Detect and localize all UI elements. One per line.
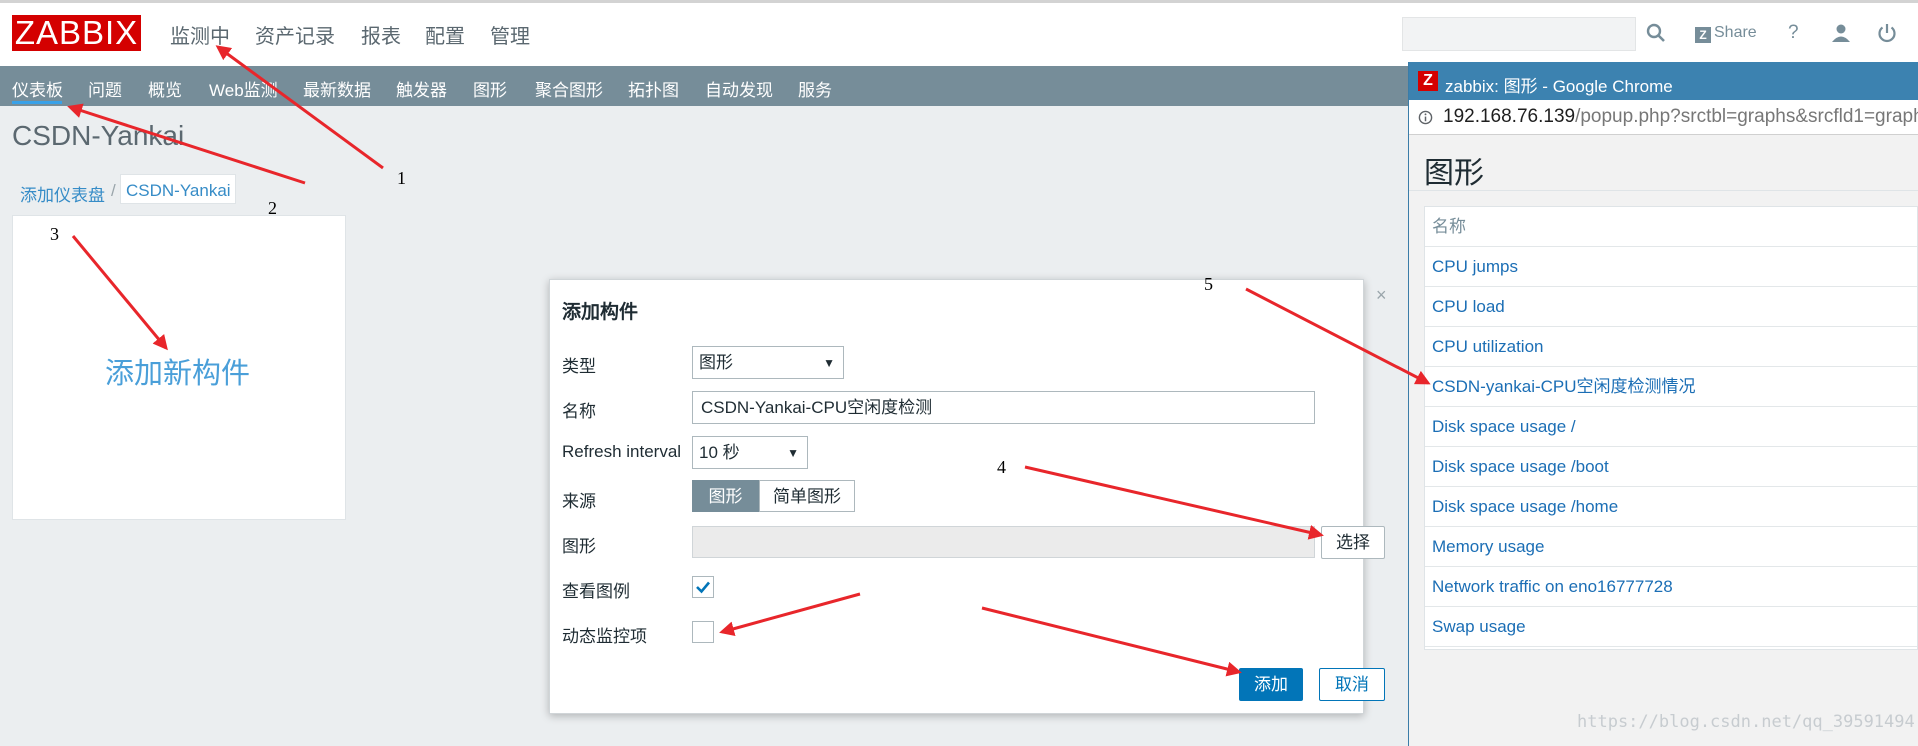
- graph-field[interactable]: [692, 526, 1315, 558]
- graph-link[interactable]: CPU load: [1432, 297, 1505, 316]
- subnav-web[interactable]: Web监测: [209, 76, 278, 101]
- dynamic-item-checkbox[interactable]: [692, 621, 714, 643]
- source-label: 来源: [562, 492, 596, 511]
- list-item: CPU load: [1425, 287, 1917, 327]
- select-graph-button[interactable]: 选择: [1321, 526, 1385, 559]
- subnav-maps[interactable]: 拓扑图: [628, 76, 679, 101]
- user-profile-icon[interactable]: [1830, 22, 1852, 44]
- graph-link[interactable]: CPU jumps: [1432, 257, 1518, 276]
- url-path: /popup.php?srctbl=graphs&srcfld1=graphi: [1575, 106, 1918, 127]
- nav-administration[interactable]: 管理: [490, 20, 530, 49]
- subnav-latest-data[interactable]: 最新数据: [303, 76, 371, 101]
- breadcrumb-current[interactable]: CSDN-Yankai: [126, 181, 231, 201]
- show-legend-label: 查看图例: [562, 582, 630, 601]
- zabbix-share-icon: Z: [1695, 27, 1711, 43]
- annotation-number-2: 2: [268, 198, 277, 218]
- list-item: Memory usage: [1425, 527, 1917, 567]
- dynamic-item-label: 动态监控项: [562, 627, 647, 646]
- graph-list-table: 名称 CPU jumps CPU load CPU utilization CS…: [1424, 206, 1918, 650]
- graph-link[interactable]: CPU utilization: [1432, 337, 1544, 356]
- graph-link[interactable]: Memory usage: [1432, 537, 1544, 556]
- table-header-name: 名称: [1425, 207, 1917, 247]
- list-item: CPU utilization: [1425, 327, 1917, 367]
- active-tab-indicator: [12, 101, 62, 104]
- zabbix-logo[interactable]: ZABBIX: [12, 15, 141, 51]
- annotation-number-5: 5: [1204, 274, 1213, 294]
- nav-configuration[interactable]: 配置: [425, 20, 465, 49]
- type-label: 类型: [562, 357, 596, 376]
- zabbix-favicon-icon: Z: [1418, 71, 1438, 91]
- breadcrumb-add-dashboard[interactable]: 添加仪表盘: [20, 181, 105, 206]
- show-legend-checkbox[interactable]: [692, 576, 714, 598]
- list-item: Disk space usage /boot: [1425, 447, 1917, 487]
- list-item: Disk space usage /: [1425, 407, 1917, 447]
- cancel-button[interactable]: 取消: [1319, 668, 1385, 701]
- list-item: Swap usage: [1425, 607, 1917, 647]
- graph-link[interactable]: Disk space usage /boot: [1432, 457, 1609, 476]
- help-icon[interactable]: ?: [1788, 22, 1799, 44]
- checkmark-icon: [696, 581, 710, 594]
- name-label: 名称: [562, 402, 596, 421]
- graph-link[interactable]: Network traffic on eno16777728: [1432, 577, 1673, 596]
- search-icon[interactable]: [1645, 22, 1667, 44]
- nav-inventory[interactable]: 资产记录: [255, 20, 335, 49]
- refresh-interval-value: 10 秒: [699, 443, 740, 462]
- nav-monitoring[interactable]: 监测中: [170, 20, 230, 49]
- source-graph-toggle[interactable]: 图形: [692, 480, 759, 512]
- graph-link[interactable]: Swap usage: [1432, 617, 1526, 636]
- share-button[interactable]: Z Share: [1695, 24, 1757, 43]
- type-select-value: 图形: [699, 353, 733, 372]
- divider: [1409, 190, 1918, 191]
- refresh-interval-select[interactable]: 10 秒 ▼: [692, 436, 808, 469]
- subnav-graphs[interactable]: 图形: [473, 76, 507, 101]
- source-simple-graph-toggle[interactable]: 简单图形: [759, 480, 855, 512]
- subnav-services[interactable]: 服务: [798, 76, 832, 101]
- url-host: 192.168.76.139: [1443, 106, 1576, 127]
- share-label: Share: [1714, 24, 1757, 41]
- subnav-dashboard[interactable]: 仪表板: [12, 76, 63, 101]
- type-select[interactable]: 图形 ▼: [692, 346, 844, 379]
- subnav-discovery[interactable]: 自动发现: [705, 76, 773, 101]
- graph-link[interactable]: Disk space usage /home: [1432, 497, 1618, 516]
- subnav-problems[interactable]: 问题: [88, 76, 122, 101]
- annotation-number-1: 1: [397, 168, 406, 188]
- popup-window-title: zabbix: 图形 - Google Chrome: [1445, 77, 1673, 96]
- page-title: CSDN-Yankai: [12, 120, 185, 151]
- name-input[interactable]: CSDN-Yankai-CPU空闲度检测: [692, 391, 1315, 424]
- popup-url[interactable]: 192.168.76.139/popup.php?srctbl=graphs&s…: [1443, 106, 1918, 128]
- list-item: CPU jumps: [1425, 247, 1917, 287]
- dropdown-caret-icon: ▼: [787, 446, 799, 460]
- watermark-text: https://blog.csdn.net/qq_39591494: [1577, 712, 1915, 732]
- add-widget-link[interactable]: 添加新构件: [105, 350, 250, 392]
- close-icon[interactable]: ×: [1376, 285, 1387, 306]
- annotation-number-3: 3: [50, 224, 59, 244]
- dialog-title: 添加构件: [562, 302, 639, 323]
- graph-link[interactable]: CSDN-yankai-CPU空闲度检测情况: [1432, 377, 1696, 396]
- graph-link[interactable]: Disk space usage /: [1432, 417, 1576, 436]
- add-button[interactable]: 添加: [1239, 668, 1303, 701]
- info-icon[interactable]: [1418, 110, 1433, 125]
- refresh-interval-label: Refresh interval: [562, 442, 682, 461]
- subnav-screens[interactable]: 聚合图形: [535, 76, 603, 101]
- list-item: CSDN-yankai-CPU空闲度检测情况: [1425, 367, 1917, 407]
- subnav-overview[interactable]: 概览: [148, 76, 182, 101]
- search-input[interactable]: [1402, 17, 1636, 51]
- list-item: Network traffic on eno16777728: [1425, 567, 1917, 607]
- power-icon[interactable]: [1876, 22, 1898, 44]
- breadcrumb-separator: /: [111, 181, 116, 200]
- annotation-number-4: 4: [997, 457, 1006, 477]
- nav-reports[interactable]: 报表: [361, 20, 401, 49]
- graph-label: 图形: [562, 537, 596, 556]
- list-item: Disk space usage /home: [1425, 487, 1917, 527]
- add-widget-dialog: [549, 279, 1364, 714]
- popup-heading: 图形: [1424, 157, 1484, 190]
- dropdown-caret-icon: ▼: [823, 356, 835, 370]
- subnav-triggers[interactable]: 触发器: [396, 76, 447, 101]
